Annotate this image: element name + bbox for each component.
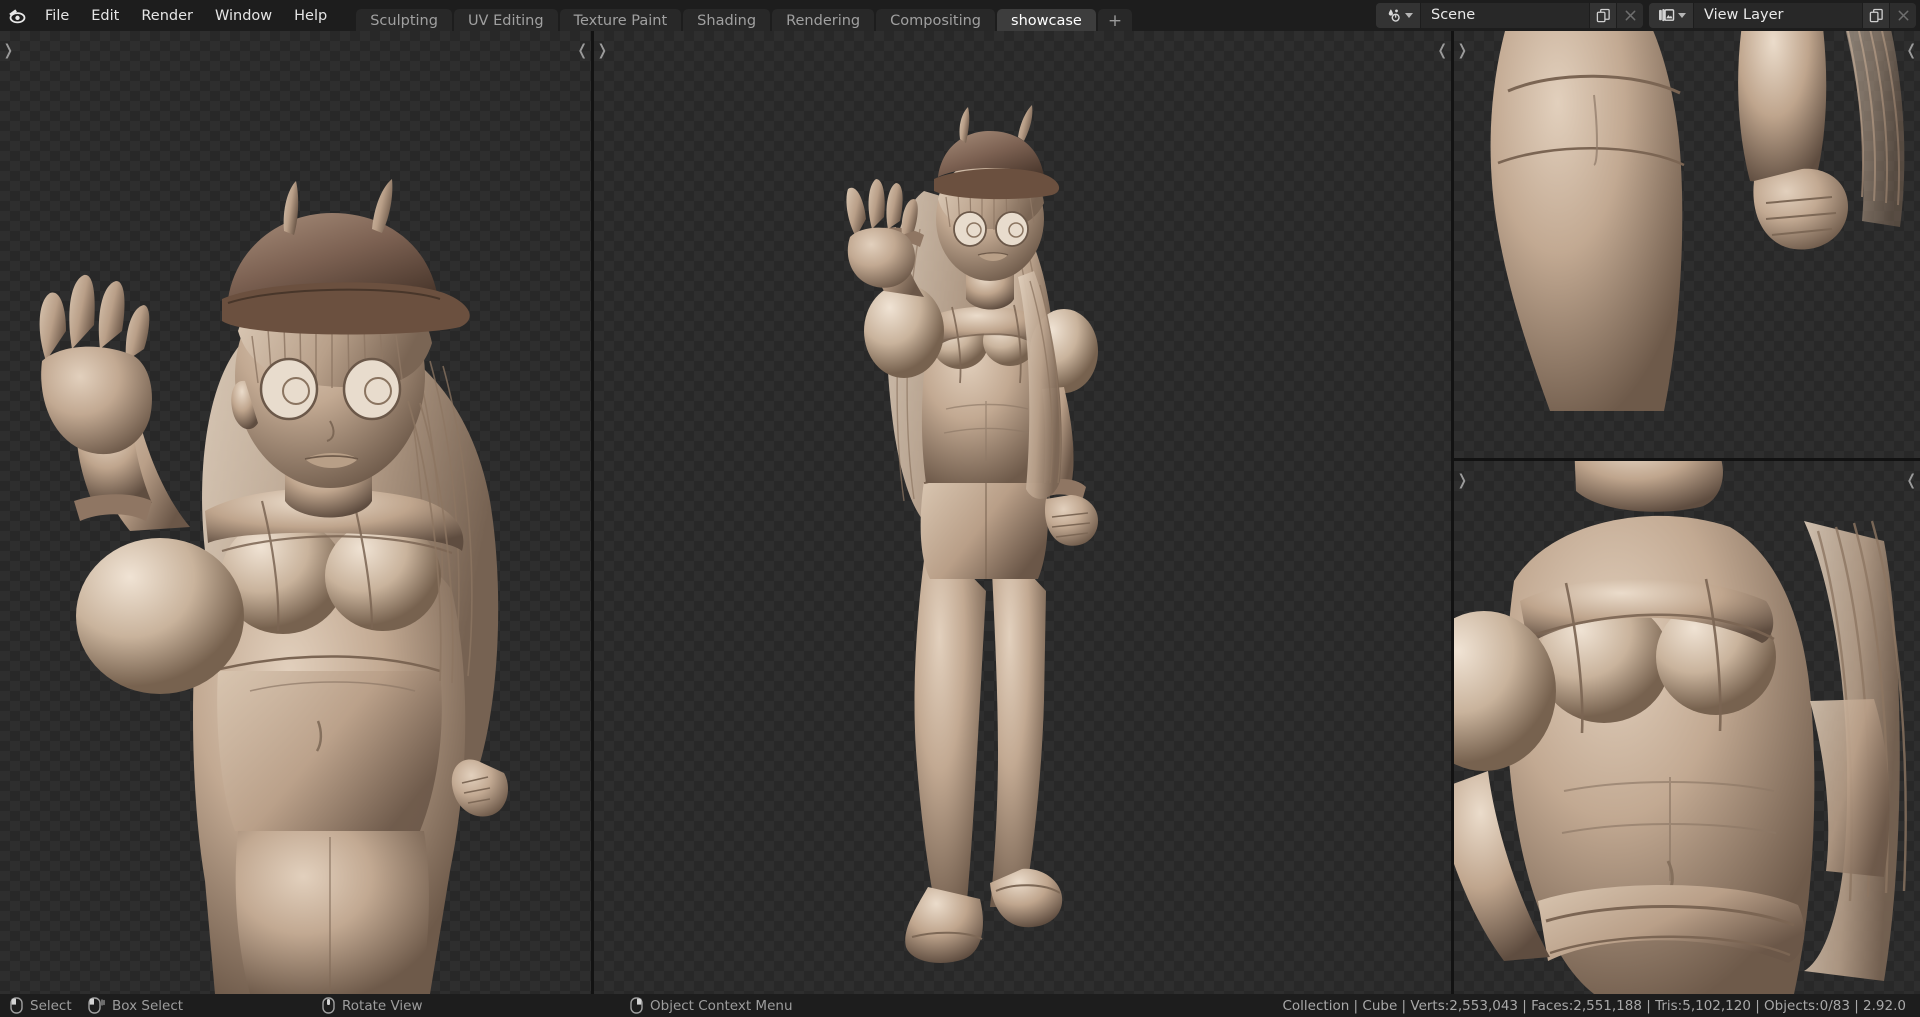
sidebar-expand-chevron-br[interactable]: ❬: [1905, 471, 1918, 489]
sculpt-character-quarter-view: [39, 179, 508, 994]
menu-help[interactable]: Help: [283, 5, 338, 27]
viewport-left-quarter-view[interactable]: ❭ ❬: [0, 31, 591, 994]
editor-area: ❭ ❬ ❭ ❬ ❭ ❬ ❭ ❬: [0, 31, 1920, 994]
scene-and-viewlayer-selectors: Scene View Layer: [1376, 3, 1916, 28]
hint-rotate-view-label: Rotate View: [342, 997, 423, 1014]
chevron-down-icon: [1405, 13, 1413, 18]
view-layer-name-field[interactable]: View Layer: [1694, 3, 1862, 28]
scene-name-field[interactable]: Scene: [1421, 3, 1589, 28]
mouse-left-click-icon: [10, 997, 23, 1014]
view-layer-icon[interactable]: [1649, 3, 1694, 28]
menu-file[interactable]: File: [34, 5, 80, 27]
scene-statistics: Collection | Cube | Verts:2,553,043 | Fa…: [1282, 997, 1906, 1014]
toolbar-expand-chevron-center[interactable]: ❭: [596, 41, 609, 59]
sculpt-character-full-body: [846, 105, 1098, 963]
hint-box-select: Box Select: [88, 997, 183, 1014]
toolbar-expand-chevron-tr[interactable]: ❭: [1456, 41, 1469, 59]
new-view-layer-button[interactable]: [1862, 3, 1889, 28]
mouse-right-click-icon: [630, 997, 643, 1014]
workspace-tab-bar: Sculpting UV Editing Texture Paint Shadi…: [356, 0, 1134, 34]
sidebar-expand-chevron-tr[interactable]: ❬: [1905, 41, 1918, 59]
new-scene-button[interactable]: [1589, 3, 1616, 28]
sidebar-expand-chevron-left[interactable]: ❬: [576, 41, 589, 59]
toolbar-expand-chevron-br[interactable]: ❭: [1456, 471, 1469, 489]
unlink-view-layer-button[interactable]: [1889, 3, 1916, 28]
sidebar-expand-chevron-center[interactable]: ❬: [1436, 41, 1449, 59]
chevron-down-icon: [1678, 13, 1686, 18]
hint-rotate-view: Rotate View: [322, 997, 423, 1014]
top-bar: File Edit Render Window Help Sculpting U…: [0, 0, 1920, 34]
sculpt-detail-legs: [1490, 31, 1905, 411]
blender-logo-icon[interactable]: [0, 0, 34, 31]
mouse-left-drag-icon: [88, 997, 105, 1014]
viewport-center-full-body[interactable]: ❭ ❬: [594, 31, 1451, 994]
sculpt-detail-torso: [1454, 461, 1907, 994]
menu-edit[interactable]: Edit: [80, 5, 130, 27]
unlink-scene-button[interactable]: [1616, 3, 1643, 28]
mouse-middle-click-icon: [322, 997, 335, 1014]
scene-selector[interactable]: Scene: [1376, 3, 1643, 28]
hint-object-context-menu-label: Object Context Menu: [650, 997, 793, 1014]
toolbar-expand-chevron-left[interactable]: ❭: [2, 41, 15, 59]
status-bar: Select Box Select Rotate View Object Con…: [0, 994, 1920, 1017]
menu-render[interactable]: Render: [130, 5, 204, 27]
hint-select-label: Select: [30, 997, 72, 1014]
viewport-bottom-right-detail-torso[interactable]: ❭ ❬: [1454, 461, 1920, 994]
hint-object-context-menu: Object Context Menu: [630, 997, 793, 1014]
scene-icon[interactable]: [1376, 3, 1421, 28]
menu-window[interactable]: Window: [204, 5, 283, 27]
hint-box-select-label: Box Select: [112, 997, 184, 1014]
view-layer-selector[interactable]: View Layer: [1649, 3, 1916, 28]
hint-select: Select: [10, 997, 72, 1014]
viewport-top-right-detail-legs[interactable]: ❭ ❬: [1454, 31, 1920, 458]
